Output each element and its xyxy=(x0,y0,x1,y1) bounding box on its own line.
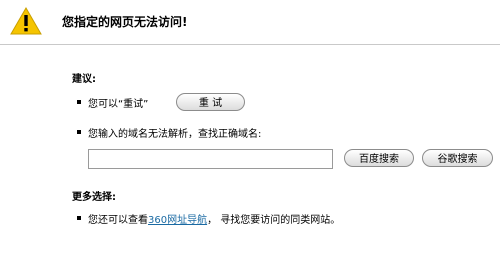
retry-text: 您可以“重试” xyxy=(88,99,149,110)
domain-hint-text: 您输入的域名无法解析，查找正确域名: xyxy=(88,129,262,140)
more-options-line: 您还可以查看360网址导航， 寻找您要访问的同类网站。 xyxy=(88,211,340,226)
page-title: 您指定的网页无法访问! xyxy=(62,15,188,29)
bullet-icon xyxy=(77,100,81,104)
baidu-search-button[interactable]: 百度搜索 xyxy=(344,149,414,167)
bullet-icon xyxy=(77,130,81,134)
more-options-suffix: ， 寻找您要访问的同类网站。 xyxy=(207,215,341,226)
header-divider xyxy=(0,44,500,45)
bullet-icon xyxy=(77,216,81,220)
domain-input[interactable] xyxy=(88,149,333,169)
retry-button[interactable]: 重 试 xyxy=(176,93,245,111)
warning-icon xyxy=(10,7,42,35)
suggestions-heading: 建议: xyxy=(72,74,96,85)
error-header: 您指定的网页无法访问! xyxy=(0,0,500,44)
nav-360-link[interactable]: 360网址导航 xyxy=(148,215,207,226)
more-options-prefix: 您还可以查看 xyxy=(88,215,148,226)
more-options-heading: 更多选择: xyxy=(72,192,116,203)
google-search-button[interactable]: 谷歌搜索 xyxy=(422,149,493,167)
